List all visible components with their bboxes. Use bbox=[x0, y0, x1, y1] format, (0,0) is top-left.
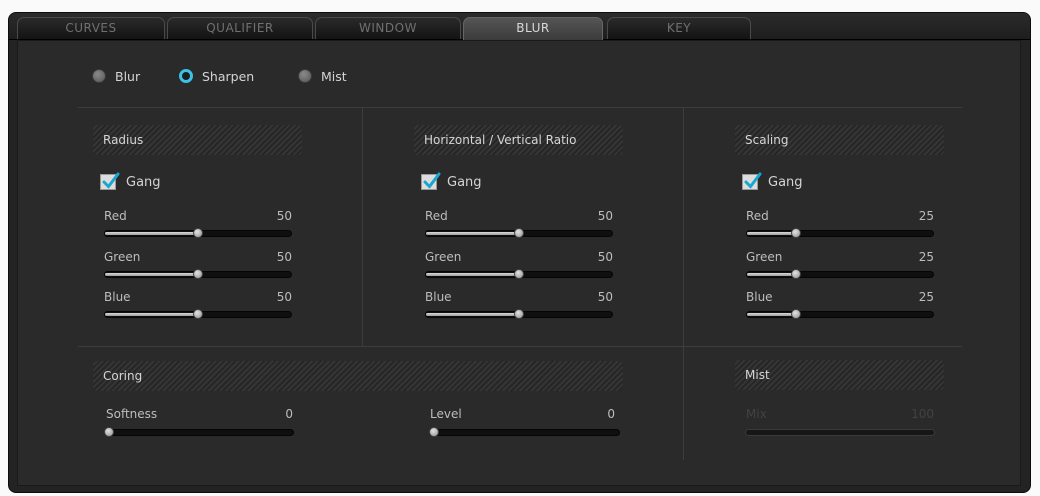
tab-window[interactable]: WINDOW bbox=[315, 17, 461, 39]
scaling-gang-checkbox[interactable]: Gang bbox=[742, 172, 803, 191]
hv-green-value: 50 bbox=[597, 250, 613, 264]
gang-label: Gang bbox=[768, 174, 803, 190]
divider bbox=[78, 346, 962, 347]
slider-handle[interactable] bbox=[791, 269, 801, 279]
gang-label: Gang bbox=[126, 174, 161, 190]
mix-value: 100 bbox=[911, 407, 934, 421]
radius-red-value: 50 bbox=[276, 209, 292, 223]
slider-handle[interactable] bbox=[193, 228, 203, 238]
slider-handle[interactable] bbox=[514, 228, 524, 238]
mode-mist-label: Mist bbox=[321, 68, 347, 84]
radio-off-icon bbox=[92, 69, 106, 83]
mix-slider bbox=[745, 429, 935, 436]
radius-header: Radius bbox=[93, 125, 302, 155]
slider-fill bbox=[105, 273, 198, 276]
hv-ratio-header: Horizontal / Vertical Ratio bbox=[414, 125, 623, 155]
mode-blur-label: Blur bbox=[115, 68, 141, 84]
softness-slider[interactable] bbox=[104, 427, 294, 437]
radius-red-label: Red bbox=[104, 209, 127, 223]
mode-mist-radio[interactable]: Mist bbox=[298, 67, 347, 85]
slider-fill bbox=[747, 273, 796, 276]
radio-on-icon bbox=[179, 69, 193, 83]
slider-fill bbox=[426, 273, 519, 276]
checkbox-checked-icon bbox=[100, 172, 120, 190]
divider bbox=[78, 107, 962, 108]
level-value: 0 bbox=[607, 407, 615, 421]
checkbox-checked-icon bbox=[421, 172, 441, 190]
radio-off-icon bbox=[298, 69, 312, 83]
radius-green-slider[interactable] bbox=[104, 269, 292, 279]
radius-green-label: Green bbox=[104, 250, 141, 264]
radius-green-value: 50 bbox=[276, 250, 292, 264]
slider-handle[interactable] bbox=[791, 309, 801, 319]
softness-label: Softness bbox=[106, 407, 158, 421]
radius-gang-checkbox[interactable]: Gang bbox=[100, 172, 161, 191]
hv-red-slider[interactable] bbox=[425, 228, 613, 238]
blur-panel: Blur Sharpen Mist Radius Gang Red 50 Gre… bbox=[17, 40, 1021, 486]
scaling-blue-label: Blue bbox=[746, 290, 773, 304]
radius-blue-label: Blue bbox=[104, 290, 131, 304]
slider-handle[interactable] bbox=[791, 228, 801, 238]
scaling-red-label: Red bbox=[746, 209, 769, 223]
level-slider[interactable] bbox=[429, 427, 620, 437]
tab-bar: CURVES QUALIFIER WINDOW BLUR KEY bbox=[9, 13, 1030, 40]
slider-handle[interactable] bbox=[429, 427, 439, 437]
scaling-red-value: 25 bbox=[918, 209, 934, 223]
slider-handle[interactable] bbox=[514, 309, 524, 319]
tab-qualifier[interactable]: QUALIFIER bbox=[167, 17, 313, 39]
mode-sharpen-label: Sharpen bbox=[202, 68, 255, 84]
mode-blur-radio[interactable]: Blur bbox=[92, 67, 140, 85]
mode-sharpen-radio[interactable]: Sharpen bbox=[179, 67, 254, 85]
mist-header: Mist bbox=[735, 360, 944, 390]
scaling-green-value: 25 bbox=[918, 250, 934, 264]
coring-header: Coring bbox=[93, 361, 623, 391]
slider-fill bbox=[105, 232, 198, 235]
hv-green-slider[interactable] bbox=[425, 269, 613, 279]
hv-red-value: 50 bbox=[597, 209, 613, 223]
slider-handle[interactable] bbox=[104, 427, 114, 437]
hv-blue-label: Blue bbox=[425, 290, 452, 304]
scaling-header: Scaling bbox=[735, 125, 944, 155]
level-label: Level bbox=[430, 407, 462, 421]
divider bbox=[362, 108, 363, 346]
blur-palette-window: CURVES QUALIFIER WINDOW BLUR KEY Blur Sh… bbox=[8, 12, 1031, 493]
checkbox-checked-icon bbox=[742, 172, 762, 190]
scaling-blue-slider[interactable] bbox=[746, 309, 934, 319]
scaling-red-slider[interactable] bbox=[746, 228, 934, 238]
hv-blue-value: 50 bbox=[597, 290, 613, 304]
divider bbox=[683, 108, 684, 460]
slider-fill bbox=[747, 232, 796, 235]
hv-red-label: Red bbox=[425, 209, 448, 223]
tab-blur[interactable]: BLUR bbox=[463, 17, 603, 40]
slider-handle[interactable] bbox=[193, 309, 203, 319]
slider-handle[interactable] bbox=[514, 269, 524, 279]
mix-label: Mix bbox=[746, 407, 767, 421]
slider-handle[interactable] bbox=[193, 269, 203, 279]
scaling-green-label: Green bbox=[746, 250, 783, 264]
slider-fill bbox=[426, 313, 519, 316]
scaling-blue-value: 25 bbox=[918, 290, 934, 304]
hv-green-label: Green bbox=[425, 250, 462, 264]
slider-fill bbox=[426, 232, 519, 235]
radius-red-slider[interactable] bbox=[104, 228, 292, 238]
hv-blue-slider[interactable] bbox=[425, 309, 613, 319]
radius-blue-slider[interactable] bbox=[104, 309, 292, 319]
radius-blue-value: 50 bbox=[276, 290, 292, 304]
scaling-green-slider[interactable] bbox=[746, 269, 934, 279]
hv-ratio-gang-checkbox[interactable]: Gang bbox=[421, 172, 482, 191]
slider-fill bbox=[747, 313, 796, 316]
softness-value: 0 bbox=[285, 407, 293, 421]
tab-key[interactable]: KEY bbox=[607, 17, 751, 39]
tab-curves[interactable]: CURVES bbox=[17, 17, 165, 39]
slider-fill bbox=[105, 313, 198, 316]
gang-label: Gang bbox=[447, 174, 482, 190]
